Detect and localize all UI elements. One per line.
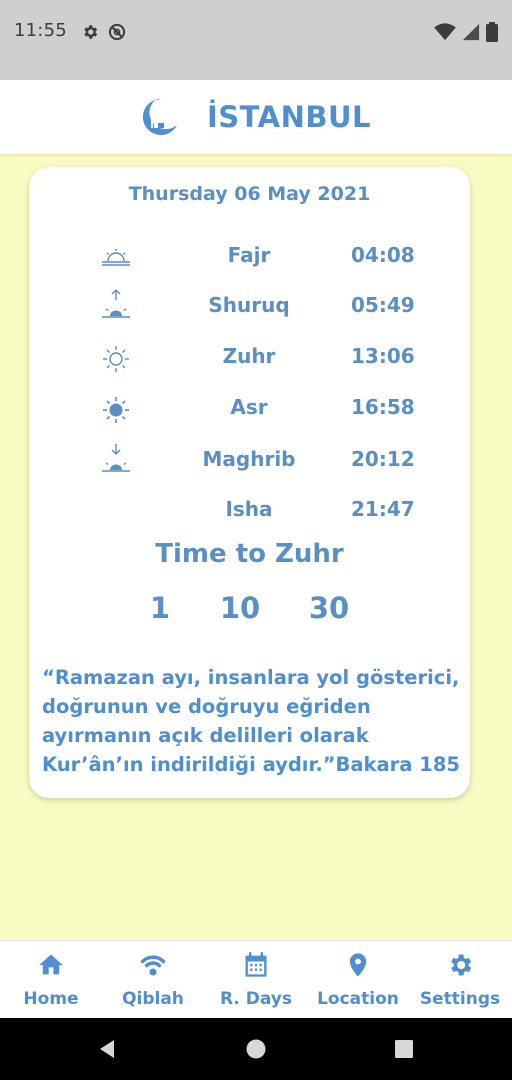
city-title: İSTANBUL [206, 100, 372, 134]
daily-verse: “Ramazan ayı, insanlara yol gösterici, d… [42, 666, 460, 776]
prayer-time: 21:47 [351, 497, 415, 521]
countdown-seconds: 30 [308, 591, 350, 625]
countdown-minutes: 10 [219, 591, 261, 625]
prayer-name: Maghrib [202, 447, 296, 471]
prayer-time: 20:12 [351, 447, 415, 471]
sun-filled-icon [103, 397, 129, 423]
status-bar: 11:55 [0, 0, 512, 80]
qiblah-icon [140, 955, 166, 976]
recents-icon[interactable] [393, 1038, 415, 1060]
prayer-name: Zuhr [222, 344, 276, 368]
nav-location-label: Location [317, 989, 399, 1009]
prayer-times-card: Thursday 06 May 2021 Fajr 04:08 Shuruq 0… [29, 167, 470, 798]
system-nav-bar [0, 1018, 512, 1080]
prayer-row-asr: Asr 16:58 [29, 387, 470, 427]
app-header: İSTANBUL [0, 80, 512, 154]
back-icon[interactable] [96, 1038, 118, 1060]
prayer-row-isha: Isha 21:47 [29, 489, 470, 529]
nav-r-days[interactable]: R. Days [204, 941, 308, 1019]
mosque-moon-icon [142, 98, 177, 135]
location-pin-icon [349, 953, 367, 977]
nav-location[interactable]: Location [308, 941, 408, 1019]
nav-settings[interactable]: Settings [408, 941, 512, 1019]
dawn-icon [102, 249, 130, 266]
blocked-icon [108, 23, 125, 41]
home-icon [39, 954, 63, 975]
sunrise-icon [102, 289, 130, 318]
nav-qiblah-label: Qiblah [122, 989, 184, 1009]
status-time: 11:55 [14, 20, 67, 41]
prayer-time: 05:49 [351, 293, 415, 317]
gear-icon [84, 25, 98, 39]
sunset-icon [102, 444, 130, 472]
prayer-row-fajr: Fajr 04:08 [29, 235, 470, 275]
current-date: Thursday 06 May 2021 [128, 183, 371, 205]
prayer-time: 13:06 [351, 344, 415, 368]
prayer-row-shuruq: Shuruq 05:49 [29, 285, 470, 325]
prayer-name: Isha [225, 497, 273, 521]
battery-icon [486, 22, 498, 42]
nav-home-label: Home [23, 989, 79, 1009]
crescent-moon-icon [109, 503, 118, 521]
prayer-row-zuhr: Zuhr 13:06 [29, 336, 470, 376]
home-circle-icon[interactable] [245, 1038, 267, 1060]
nav-qiblah[interactable]: Qiblah [102, 941, 204, 1019]
nav-settings-label: Settings [419, 989, 501, 1009]
nav-r-days-label: R. Days [219, 989, 293, 1009]
sun-outline-icon [103, 346, 129, 372]
bottom-nav: Home Qiblah R. Days Location Settings [0, 940, 512, 1018]
prayer-time: 04:08 [351, 243, 415, 267]
gear-icon [451, 954, 472, 976]
prayer-name: Shuruq [208, 293, 290, 317]
wifi-icon [434, 23, 456, 41]
nav-home[interactable]: Home [0, 941, 102, 1019]
calendar-icon [245, 952, 267, 977]
prayer-name: Asr [230, 395, 268, 419]
prayer-row-maghrib: Maghrib 20:12 [29, 439, 470, 479]
countdown-label: Time to Zuhr [155, 539, 344, 569]
signal-icon [462, 23, 480, 41]
prayer-time: 16:58 [351, 395, 415, 419]
countdown-hours: 1 [149, 591, 171, 625]
prayer-name: Fajr [227, 243, 271, 267]
